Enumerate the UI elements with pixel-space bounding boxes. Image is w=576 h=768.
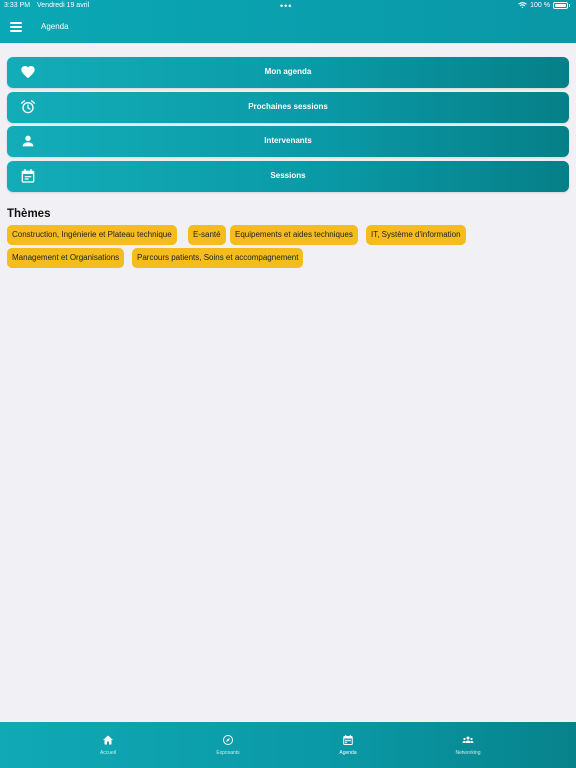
battery-tip — [569, 4, 570, 7]
tab-networking[interactable]: Networking — [418, 722, 518, 768]
group-icon — [462, 736, 474, 743]
theme-chip[interactable]: E-santé — [188, 225, 226, 245]
prochaines-sessions-label: Prochaines sessions — [248, 102, 328, 111]
battery-icon — [553, 2, 568, 9]
theme-chip[interactable]: IT, Système d'information — [366, 225, 466, 245]
compass-icon — [223, 735, 233, 745]
sessions-button[interactable]: Sessions — [7, 161, 569, 192]
theme-chip[interactable]: Construction, Ingénierie et Plateau tech… — [7, 225, 177, 245]
theme-chip[interactable]: Management et Organisations — [7, 248, 125, 268]
tab-bar: Accueil Exposants Agenda Networking — [0, 722, 576, 768]
header: 3:33 PM Vendredi 19 avril ••• 100 % Agen… — [0, 0, 576, 43]
tab-agenda[interactable]: Agenda — [298, 722, 398, 768]
status-time: 3:33 PM — [4, 2, 31, 9]
tab-exposants-label: Exposants — [216, 750, 240, 756]
intervenants-button[interactable]: Intervenants — [7, 126, 569, 157]
tab-accueil-label: Accueil — [99, 750, 117, 756]
tab-exposants[interactable]: Exposants — [178, 722, 278, 768]
battery-percent: 100 % — [530, 2, 550, 9]
mon-agenda-label: Mon agenda — [264, 67, 312, 76]
hamburger-icon[interactable] — [10, 22, 22, 32]
prochaines-sessions-button[interactable]: Prochaines sessions — [7, 92, 569, 123]
intervenants-label: Intervenants — [264, 136, 312, 145]
themes-heading: Thèmes — [7, 208, 51, 220]
wifi-icon — [518, 2, 527, 9]
page-title: Agenda — [41, 22, 69, 31]
multitasking-dots[interactable]: ••• — [280, 1, 292, 11]
tab-accueil[interactable]: Accueil — [58, 722, 158, 768]
home-icon — [103, 735, 113, 745]
status-date: Vendredi 19 avril — [37, 2, 90, 9]
mon-agenda-button[interactable]: Mon agenda — [7, 57, 569, 88]
calendar-icon — [343, 734, 353, 745]
status-right: 100 % — [518, 2, 570, 9]
theme-chip[interactable]: Parcours patients, Soins et accompagneme… — [132, 248, 304, 268]
tab-networking-label: Networking — [455, 750, 481, 756]
sessions-label: Sessions — [270, 171, 306, 180]
tab-agenda-label: Agenda — [339, 750, 357, 756]
status-bar: 3:33 PM Vendredi 19 avril ••• 100 % — [0, 0, 576, 12]
theme-chip[interactable]: Equipements et aides techniques — [230, 225, 358, 245]
app-root: 3:33 PM Vendredi 19 avril ••• 100 % Agen… — [0, 0, 576, 768]
